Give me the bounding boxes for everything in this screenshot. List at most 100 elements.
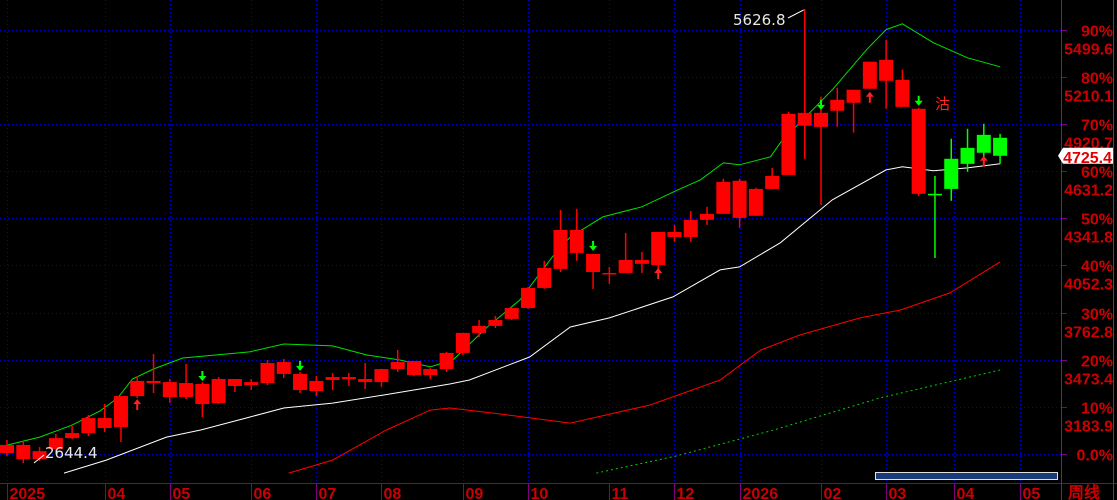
- candle-body: [683, 219, 698, 237]
- candle-body: [716, 181, 731, 214]
- x-month-label: 12: [677, 486, 695, 500]
- y-pct-label: 50%: [1081, 212, 1113, 229]
- down-arrow-icon: [817, 99, 825, 110]
- x-month-label: 03: [889, 486, 907, 500]
- x-month-label: 08: [384, 486, 402, 500]
- down-arrow-icon: [198, 371, 207, 382]
- candle-body: [0, 444, 14, 454]
- candle-body: [195, 384, 210, 405]
- ma-green-dashed-line: [596, 369, 1001, 474]
- x-month-label: 06: [254, 486, 272, 500]
- candle-body: [700, 213, 715, 220]
- x-month-label: 2025: [10, 486, 46, 500]
- candle-body: [944, 158, 959, 189]
- candle-body: [911, 108, 926, 194]
- candle-body: [16, 444, 31, 460]
- low-price-label: 2644.4: [45, 444, 98, 462]
- y-price-label: 5210.1: [1064, 89, 1113, 106]
- up-arrow-icon: [654, 267, 663, 279]
- y-pct-label: 0.0%: [1077, 448, 1113, 465]
- period-label: 周线: [1068, 483, 1100, 500]
- y-pct-label: 90%: [1081, 24, 1113, 41]
- candle-body: [407, 361, 421, 376]
- y-price-label: 5499.6: [1064, 42, 1113, 59]
- candle-body: [130, 380, 145, 397]
- down-arrow-icon: [296, 360, 305, 371]
- candle-body: [374, 369, 389, 383]
- candle-body: [618, 259, 633, 273]
- candle-body: [390, 362, 405, 370]
- candle-body: [309, 380, 324, 392]
- candle-body: [976, 134, 991, 153]
- candle-body: [244, 382, 259, 386]
- y-price-label: 3473.4: [1064, 372, 1113, 389]
- candle-body: [781, 113, 796, 175]
- candle-body: [993, 137, 1008, 156]
- x-month-label: 11: [612, 486, 629, 500]
- x-month-label: 04: [108, 486, 126, 500]
- y-pct-label: 40%: [1081, 259, 1113, 276]
- candle-body: [276, 362, 291, 374]
- y-price-label: 3183.9: [1064, 419, 1113, 436]
- kline-chart[interactable]: 90% 5499.6 80% 5210.1 70% 4920.7 60% 4631.2 50% 4…: [0, 0, 1117, 500]
- candle-body: [602, 272, 617, 275]
- candle-body: [732, 180, 747, 218]
- high-price-label: 5626.8: [733, 11, 786, 29]
- candle-body: [634, 259, 649, 264]
- candle-body: [667, 231, 682, 237]
- candle-body: [81, 418, 96, 434]
- y-pct-label: 70%: [1081, 118, 1113, 135]
- candle-body: [455, 332, 470, 353]
- y-pct-label: 10%: [1081, 401, 1113, 418]
- candle-body: [423, 369, 438, 376]
- y-pct-label: 60%: [1081, 165, 1113, 182]
- candle-body: [260, 363, 275, 384]
- candle-body: [830, 99, 845, 111]
- candle-body: [97, 418, 112, 429]
- y-price-label: 4052.3: [1064, 277, 1113, 294]
- up-arrow-icon: [865, 91, 874, 103]
- x-month-label: 07: [319, 486, 337, 500]
- candle-body: [586, 253, 601, 272]
- candle-body: [765, 175, 780, 189]
- candle-body: [113, 396, 128, 428]
- candle-body: [358, 378, 373, 383]
- candle-body: [293, 373, 308, 391]
- candle-body: [895, 79, 910, 107]
- y-pct-label: 80%: [1081, 71, 1113, 88]
- candle-body: [146, 380, 161, 384]
- x-month-label: 10: [531, 486, 549, 500]
- candle-body: [162, 382, 177, 398]
- candle-body: [569, 229, 584, 253]
- candle-body: [179, 383, 194, 398]
- candle-body: [341, 377, 356, 379]
- sell-signal-mark: 沽: [935, 95, 950, 113]
- candle-body: [325, 377, 340, 380]
- y-price-label: 4631.2: [1064, 183, 1113, 200]
- candle-body: [65, 433, 80, 439]
- x-month-label: 2026: [743, 486, 779, 500]
- chart-canvas[interactable]: 90%5499.680%5210.170%4920.760%4631.250%4…: [0, 0, 1117, 500]
- candle-body: [553, 229, 568, 269]
- scrollbar[interactable]: [875, 472, 1058, 480]
- candle-body: [504, 307, 519, 319]
- candle-body: [960, 147, 975, 164]
- down-arrow-icon: [589, 240, 598, 251]
- candle-body: [879, 59, 894, 81]
- candle-body: [520, 287, 535, 308]
- up-arrow-icon: [133, 399, 142, 411]
- candle-body: [814, 112, 828, 127]
- candle-body: [797, 112, 812, 126]
- candle-body: [846, 89, 861, 103]
- x-month-label: 05: [173, 486, 191, 500]
- y-pct-label: 30%: [1081, 307, 1113, 324]
- current-price-value: 4725.4: [1063, 150, 1112, 167]
- candle-body: [439, 352, 454, 370]
- down-arrow-icon: [914, 95, 923, 106]
- y-price-label: 4341.8: [1064, 230, 1113, 247]
- x-month-label: 05: [1023, 486, 1041, 500]
- x-month-label: 09: [466, 486, 484, 500]
- candle-body: [472, 325, 487, 333]
- candle-body: [927, 193, 942, 196]
- candle-body: [211, 378, 226, 404]
